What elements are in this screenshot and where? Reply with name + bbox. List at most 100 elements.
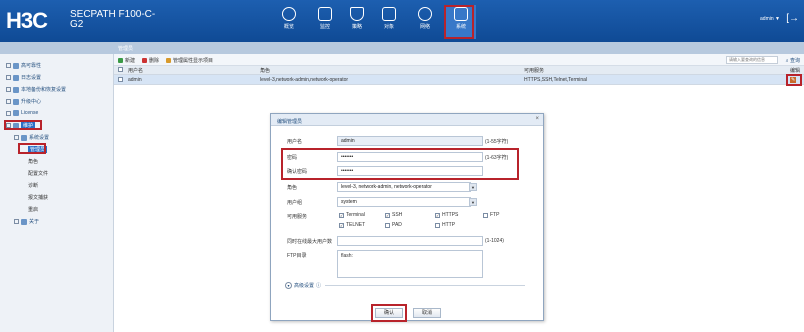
expand-icon[interactable] [6, 87, 11, 92]
monitor-icon [318, 7, 332, 21]
object-icon [382, 7, 396, 21]
row-checkbox[interactable] [118, 77, 123, 82]
logo: H3C [6, 8, 48, 33]
sidebar-subitem-config[interactable]: 配置文件 [28, 170, 48, 177]
highlight-admin [18, 143, 46, 154]
folder-icon [13, 74, 19, 81]
highlight-password [281, 148, 519, 180]
settings-icon [166, 58, 171, 63]
highlight-ok [371, 304, 407, 322]
search-input[interactable]: 请输入要查询的信息 [726, 56, 778, 64]
sidebar-item-ha[interactable]: 高可靠性 [6, 62, 41, 69]
chevron-down-icon[interactable]: ▼ [469, 183, 477, 191]
sidebar-item-backup[interactable]: 本地备份和恢复设置 [6, 86, 66, 93]
sidebar-subitem-capture[interactable]: 报文捕获 [28, 194, 48, 201]
divider [325, 285, 525, 286]
username-hint: (1-55字符) [485, 139, 509, 145]
service-terminal-checkbox[interactable]: ✓ Terminal [339, 212, 365, 218]
sidebar-item-upgrade[interactable]: 升级中心 [6, 98, 41, 105]
help-icon: ⓘ [316, 283, 322, 289]
sidebar-subitem-reboot[interactable]: 重启 [28, 206, 38, 213]
expand-icon[interactable] [6, 75, 11, 80]
ftp-dir-label: FTP目录 [287, 253, 307, 259]
user-menu[interactable]: admin ▼ [760, 16, 780, 22]
sidebar-item-license[interactable]: License [6, 110, 38, 116]
folder-icon [13, 110, 19, 116]
user-group-label: 用户组 [287, 200, 303, 206]
highlight-maintenance [4, 120, 42, 130]
select-all-checkbox[interactable] [118, 67, 123, 72]
sidebar-item-log[interactable]: 日志设置 [6, 74, 41, 81]
highlight-system-nav [444, 5, 474, 39]
edit-admin-dialog: 编辑管理员 × 用户名 admin (1-55字符) 密码 ••••••• (1… [270, 113, 544, 322]
ftp-dir-field[interactable]: flash: [337, 250, 483, 278]
network-icon [418, 7, 432, 21]
sidebar-subitem-role[interactable]: 角色 [28, 158, 38, 165]
service-http-checkbox[interactable]: HTTP [435, 222, 455, 228]
role-label: 角色 [287, 185, 298, 191]
breadcrumb: 管理员 [118, 46, 134, 52]
delete-icon [142, 58, 147, 63]
check-icon: ✓ [339, 212, 344, 218]
dialog-title: 编辑管理员 [277, 119, 303, 125]
table-row[interactable]: admin level-3,network-admin,network-oper… [114, 75, 804, 85]
role-select[interactable]: level-3, network-admin, network-operator [337, 182, 471, 192]
new-button[interactable]: 新建 [118, 57, 135, 64]
folder-icon [21, 218, 27, 225]
product-name: SECPATH F100-C- G2 [70, 9, 156, 30]
service-pad-checkbox[interactable]: PAD [385, 222, 402, 228]
close-icon[interactable]: × [535, 116, 539, 122]
manage-display-button[interactable]: 管理属性显示项目 [166, 57, 213, 64]
folder-icon [13, 62, 19, 69]
cancel-button[interactable]: 取消 [413, 308, 441, 318]
cell-username: admin [128, 77, 142, 83]
username-label: 用户名 [287, 139, 303, 145]
gauge-icon [282, 7, 296, 21]
expand-icon[interactable] [6, 110, 11, 116]
service-ftp-checkbox[interactable]: FTP [483, 212, 499, 218]
chevron-down-icon[interactable]: ▼ [469, 198, 477, 206]
service-telnet-checkbox[interactable]: ✓ TELNET [339, 222, 365, 228]
toolbar: 新建 删除 管理属性显示项目 请输入要查询的信息 ⌕ 查询 [114, 54, 804, 66]
logout-icon[interactable]: [→ [786, 13, 799, 24]
expand-icon[interactable] [6, 63, 11, 68]
user-group-select[interactable]: system [337, 197, 471, 207]
nav-network[interactable]: 网络 [410, 5, 440, 39]
check-icon: ✓ [435, 212, 440, 218]
col-edit: 编辑 [790, 68, 801, 74]
sidebar-item-about[interactable]: 关于 [14, 218, 39, 225]
highlight-edit [786, 74, 802, 86]
folder-icon [21, 134, 27, 141]
nav-overview[interactable]: 概览 [274, 5, 304, 39]
add-icon [118, 58, 123, 63]
folder-icon [13, 98, 19, 105]
search-icon: ⌕ [785, 58, 789, 64]
check-icon: ✓ [385, 212, 390, 218]
delete-button[interactable]: 删除 [142, 57, 159, 64]
expand-icon: ▾ [285, 282, 292, 289]
expand-icon[interactable] [14, 135, 19, 140]
expand-icon[interactable] [14, 219, 19, 224]
search-button[interactable]: ⌕ 查询 [786, 57, 800, 64]
col-role: 角色 [260, 68, 271, 74]
service-https-checkbox[interactable]: ✓ HTTPS [435, 212, 458, 218]
nav-monitor[interactable]: 监控 [310, 5, 340, 39]
sidebar: 高可靠性 日志设置 本地备份和恢复设置 升级中心 License 维护 系统设置… [0, 54, 114, 332]
sidebar-subitem-diagnosis[interactable]: 诊断 [28, 182, 38, 189]
username-field: admin [337, 136, 483, 146]
top-header: H3C SECPATH F100-C- G2 概览 监控 策略 对象 网络 系统… [0, 0, 804, 42]
nav-object[interactable]: 对象 [374, 5, 404, 39]
nav-policy[interactable]: 策略 [342, 5, 372, 39]
expand-icon[interactable] [6, 99, 11, 104]
max-users-field[interactable] [337, 236, 483, 246]
cell-services: HTTPS,SSH,Telnet,Terminal [524, 77, 588, 83]
breadcrumb-bar: 管理员 [0, 42, 804, 54]
advanced-settings-toggle[interactable]: ▾ 高级设置 ⓘ [285, 282, 321, 289]
max-users-label: 同时在线最大用户数 [287, 239, 333, 245]
table-header: 用户名 角色 可用服务 编辑 [114, 66, 804, 75]
sidebar-item-system-settings[interactable]: 系统设置 [14, 134, 49, 141]
check-icon: ✓ [339, 222, 344, 228]
col-username: 用户名 [128, 68, 144, 74]
shield-icon [350, 7, 364, 21]
service-ssh-checkbox[interactable]: ✓ SSH [385, 212, 402, 218]
